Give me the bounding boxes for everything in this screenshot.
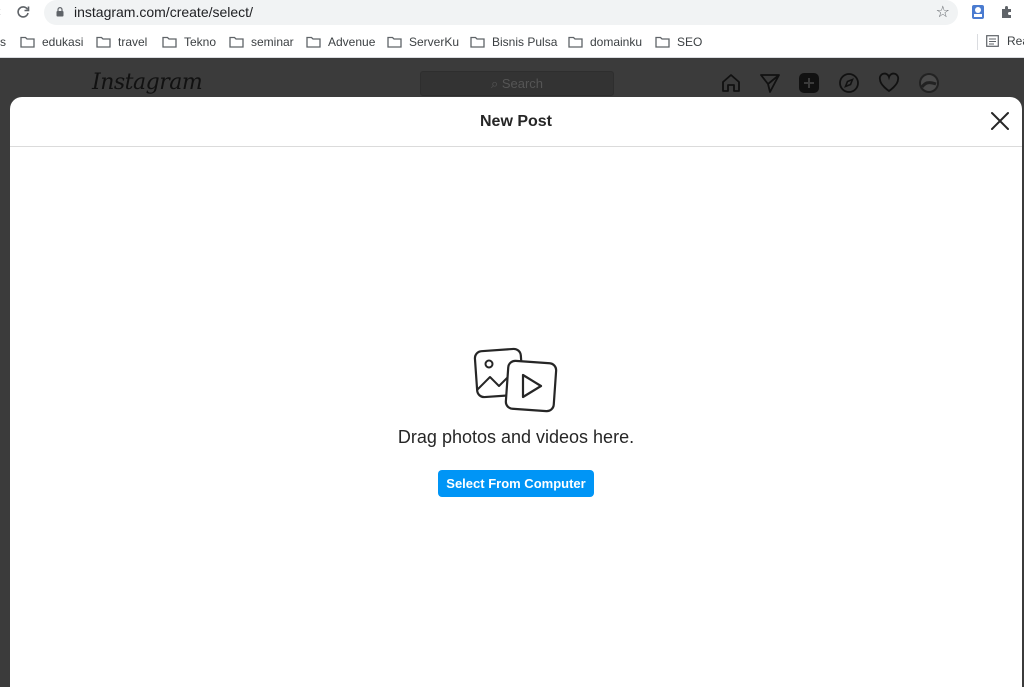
bookmark-label: travel xyxy=(118,35,148,49)
bookmark-item[interactable]: s xyxy=(0,34,6,50)
bookmarks-bar: s edukasi travel Tekno seminar Advenue S… xyxy=(0,26,1024,58)
new-post-icon[interactable] xyxy=(798,72,820,94)
search-input[interactable]: ⌕ Search xyxy=(420,71,614,96)
bookmark-folder[interactable]: ServerKu xyxy=(387,34,459,50)
profile-extension-icon[interactable] xyxy=(970,4,986,20)
bookmark-separator xyxy=(977,34,978,50)
folder-icon xyxy=(306,36,321,48)
drag-instructions: Drag photos and videos here. xyxy=(397,427,635,447)
bookmark-label: Advenue xyxy=(328,35,376,49)
reload-icon[interactable] xyxy=(16,3,30,24)
explore-icon[interactable] xyxy=(838,72,860,94)
folder-icon xyxy=(470,36,485,48)
modal-title: New Post xyxy=(479,113,552,130)
bookmark-folder[interactable]: Bisnis Pulsa xyxy=(470,34,557,50)
folder-icon xyxy=(568,36,583,48)
url-box[interactable]: instagram.com/create/select/ ☆ xyxy=(44,0,958,25)
search-placeholder: Search xyxy=(501,76,544,91)
bookmark-label: Tekno xyxy=(184,35,217,49)
bookmark-folder[interactable]: seminar xyxy=(229,34,294,50)
address-bar: ‹ instagram.com/create/select/ ☆ xyxy=(0,0,1024,26)
instagram-logo: Instagram xyxy=(92,70,203,95)
new-post-modal: New Post Drag photos and videos here. Se… xyxy=(10,97,1022,687)
lock-icon[interactable] xyxy=(56,7,64,17)
activity-icon[interactable] xyxy=(878,72,900,94)
profile-avatar[interactable] xyxy=(918,72,940,94)
direct-icon[interactable] xyxy=(759,72,781,94)
bookmark-label: edukasi xyxy=(42,35,84,49)
bookmark-folder[interactable]: travel xyxy=(96,34,147,50)
modal-header: New Post xyxy=(10,97,1022,147)
home-icon[interactable] xyxy=(720,72,742,94)
folder-icon xyxy=(655,36,670,48)
bookmark-folder[interactable]: edukasi xyxy=(20,34,83,50)
bookmark-label: Bisnis Pulsa xyxy=(492,35,558,49)
photo-video-icon xyxy=(473,347,558,413)
bookmark-label: ServerKu xyxy=(409,35,460,49)
close-icon[interactable] xyxy=(990,111,1010,131)
bookmark-folder[interactable]: domainku xyxy=(568,34,642,50)
back-arrow-icon[interactable]: ‹ xyxy=(0,3,1,21)
bookmark-label: seminar xyxy=(251,35,294,49)
bookmark-folder[interactable]: Advenue xyxy=(306,34,375,50)
bookmark-label: SEO xyxy=(677,35,703,49)
folder-icon xyxy=(229,36,244,48)
bookmark-label: domainku xyxy=(590,35,643,49)
url-text[interactable]: instagram.com/create/select/ xyxy=(74,4,253,20)
reading-list[interactable]: Rea xyxy=(986,34,1024,48)
puzzle-icon[interactable] xyxy=(999,4,1015,20)
bookmark-folder[interactable]: Tekno xyxy=(162,34,216,50)
folder-icon xyxy=(96,36,111,48)
star-icon[interactable]: ☆ xyxy=(936,2,950,22)
select-from-computer-button[interactable]: Select From Computer xyxy=(438,470,594,497)
folder-icon xyxy=(162,36,177,48)
reading-list-label: Rea xyxy=(1007,34,1024,48)
bookmark-label: s xyxy=(0,35,6,49)
bookmark-folder[interactable]: SEO xyxy=(655,34,702,50)
folder-icon xyxy=(20,36,35,48)
reading-list-icon xyxy=(986,35,999,47)
folder-icon xyxy=(387,36,402,48)
